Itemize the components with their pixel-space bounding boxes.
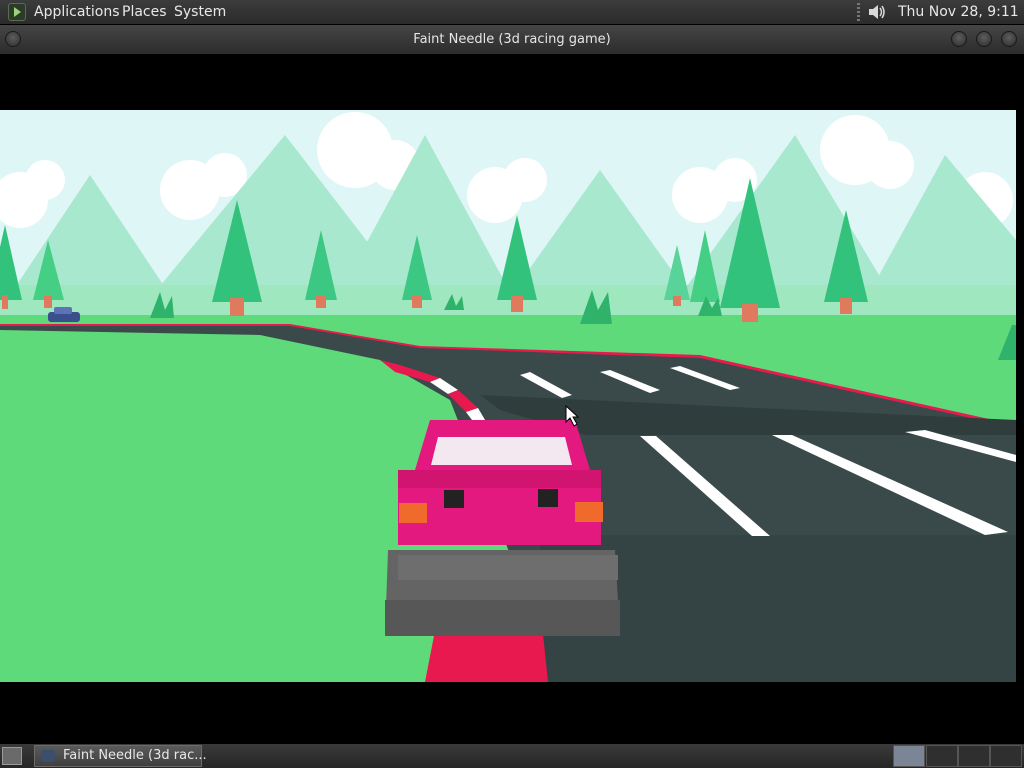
panel-separator	[857, 3, 860, 21]
workspace-2[interactable]	[926, 745, 958, 767]
window-titlebar[interactable]: Faint Needle (3d racing game)	[0, 25, 1024, 54]
workspace-4[interactable]	[990, 745, 1022, 767]
bottom-taskbar: Faint Needle (3d rac...	[0, 744, 1024, 768]
close-icon[interactable]	[1001, 31, 1017, 47]
taskbar-task-label: Faint Needle (3d rac...	[63, 748, 207, 763]
minimize-icon[interactable]	[951, 31, 967, 47]
show-desktop-icon[interactable]	[2, 747, 22, 765]
distro-logo-icon[interactable]	[8, 3, 26, 21]
game-viewport[interactable]	[0, 54, 1024, 744]
menu-system[interactable]: System	[174, 0, 226, 24]
race-scene[interactable]	[0, 110, 1016, 682]
speaker-volume-icon[interactable]	[866, 3, 888, 21]
taskbar-task-faint-needle[interactable]: Faint Needle (3d rac...	[34, 745, 207, 767]
workspace-1[interactable]	[893, 745, 925, 767]
maximize-icon[interactable]	[976, 31, 992, 47]
window-title: Faint Needle (3d racing game)	[413, 32, 611, 47]
workspace-3[interactable]	[958, 745, 990, 767]
menu-places[interactable]: Places	[122, 0, 167, 24]
game-window-icon	[41, 750, 55, 762]
menu-applications[interactable]: Applications	[34, 0, 120, 24]
top-panel: Applications Places System Thu Nov 28, 9…	[0, 0, 1024, 44]
clock[interactable]: Thu Nov 28, 9:11 PM	[898, 0, 1024, 44]
